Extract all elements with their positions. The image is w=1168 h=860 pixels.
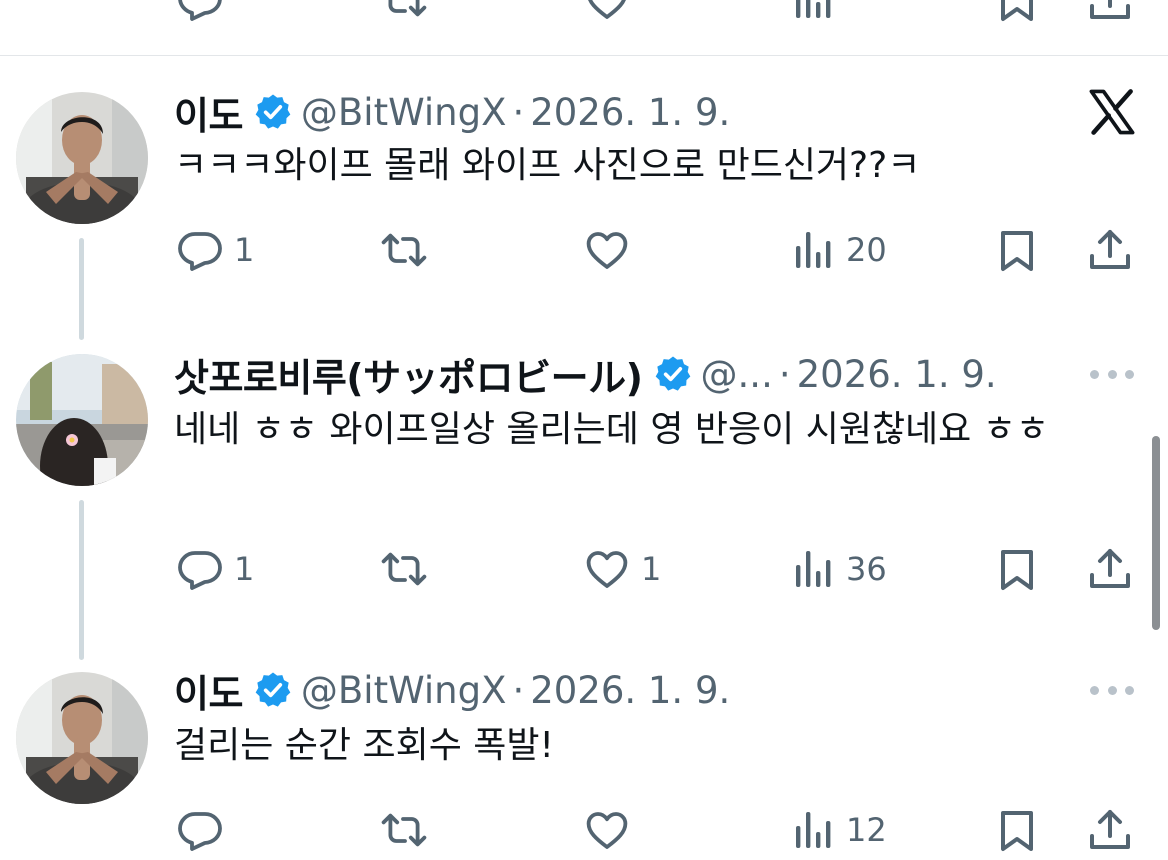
avatar[interactable] (16, 672, 148, 804)
user-handle[interactable]: @BitWingX (301, 91, 507, 134)
like-button[interactable] (583, 0, 631, 24)
heart-icon (583, 806, 631, 854)
retweet-icon (380, 0, 428, 24)
bookmark-icon (993, 806, 1041, 854)
share-button[interactable] (1086, 806, 1134, 854)
tweet-text: 걸리는 순간 조회수 폭발! (174, 725, 554, 766)
bookmark-button[interactable] (993, 0, 1041, 24)
views-button[interactable] (788, 0, 836, 24)
reply-button[interactable] (176, 0, 224, 24)
views-icon (788, 226, 836, 274)
heart-icon (583, 226, 631, 274)
retweet-button[interactable] (380, 226, 428, 274)
display-name[interactable]: 삿포로비루(サッポロビール) (174, 347, 643, 402)
share-button[interactable] (1086, 226, 1134, 274)
share-button[interactable] (1086, 545, 1134, 593)
reply-button[interactable] (176, 806, 234, 854)
retweet-icon (380, 806, 428, 854)
divider (0, 55, 1168, 56)
reply-icon (176, 806, 224, 854)
user-handle[interactable]: @BitWingX (301, 669, 507, 712)
more-button[interactable] (1090, 364, 1134, 384)
verified-badge-icon (253, 670, 293, 710)
retweet-button[interactable] (380, 0, 428, 24)
avatar[interactable] (16, 92, 148, 224)
views-icon (788, 0, 836, 24)
user-handle[interactable]: @... (701, 353, 773, 396)
tweet-date[interactable]: 2026. 1. 9. (797, 353, 997, 396)
views-button[interactable]: 12 (788, 806, 887, 854)
view-count: 20 (846, 231, 887, 269)
retweet-icon (380, 226, 428, 274)
retweet-button[interactable] (380, 545, 428, 593)
reply-count: 1 (234, 231, 255, 269)
bookmark-button[interactable] (993, 545, 1041, 593)
views-button[interactable]: 36 (788, 545, 887, 593)
heart-icon (583, 0, 631, 24)
display-name[interactable]: 이도 (174, 663, 243, 718)
bookmark-icon (993, 226, 1041, 274)
like-count: 1 (641, 550, 662, 588)
verified-badge-icon (653, 354, 693, 394)
scrollbar[interactable] (1152, 436, 1160, 630)
tweet-date[interactable]: 2026. 1. 9. (530, 91, 730, 134)
share-button[interactable] (1086, 0, 1134, 24)
bookmark-icon (993, 545, 1041, 593)
share-icon (1086, 545, 1134, 593)
bookmark-button[interactable] (993, 226, 1041, 274)
share-icon (1086, 806, 1134, 854)
reply-icon (176, 545, 224, 593)
tweet-text: 네네 ㅎㅎ 와이프일상 올리는데 영 반응이 시원찮네요 ㅎㅎ (174, 409, 1049, 450)
retweet-icon (380, 545, 428, 593)
previous-tweet-actions (0, 0, 1168, 56)
display-name[interactable]: 이도 (174, 85, 243, 140)
retweet-button[interactable] (380, 806, 428, 854)
view-count: 12 (846, 811, 887, 849)
bookmark-button[interactable] (993, 806, 1041, 854)
view-count: 36 (846, 550, 887, 588)
share-icon (1086, 0, 1134, 24)
tweet-header: 삿포로비루(サッポロビール) @... · 2026. 1. 9. (174, 352, 997, 400)
tweet-header: 이도 @BitWingX · 2026. 1. 9. (174, 668, 730, 716)
tweet-header: 이도 @BitWingX · 2026. 1. 9. (174, 90, 730, 138)
reply-icon (176, 0, 224, 24)
like-button[interactable]: 1 (583, 545, 661, 593)
more-button[interactable] (1090, 680, 1134, 700)
avatar[interactable] (16, 354, 148, 486)
separator: · (512, 90, 525, 134)
views-icon (788, 545, 836, 593)
reply-button[interactable]: 1 (176, 226, 254, 274)
reply-button[interactable]: 1 (176, 545, 254, 593)
more-icon (1090, 369, 1099, 379)
views-button[interactable]: 20 (788, 226, 887, 274)
separator: · (512, 668, 525, 712)
x-logo-icon[interactable] (1086, 86, 1138, 138)
like-button[interactable] (583, 226, 641, 274)
thread-line (79, 238, 84, 340)
heart-icon (583, 545, 631, 593)
reply-icon (176, 226, 224, 274)
bookmark-icon (993, 0, 1041, 24)
reply-count: 1 (234, 550, 255, 588)
tweet-date[interactable]: 2026. 1. 9. (530, 669, 730, 712)
like-button[interactable] (583, 806, 641, 854)
thread-line (79, 500, 84, 660)
more-icon (1090, 685, 1099, 695)
verified-badge-icon (253, 92, 293, 132)
tweet-text: ㅋㅋㅋ와이프 몰래 와이프 사진으로 만드신거??ㅋ (174, 145, 921, 186)
separator: · (778, 352, 791, 396)
views-icon (788, 806, 836, 854)
share-icon (1086, 226, 1134, 274)
